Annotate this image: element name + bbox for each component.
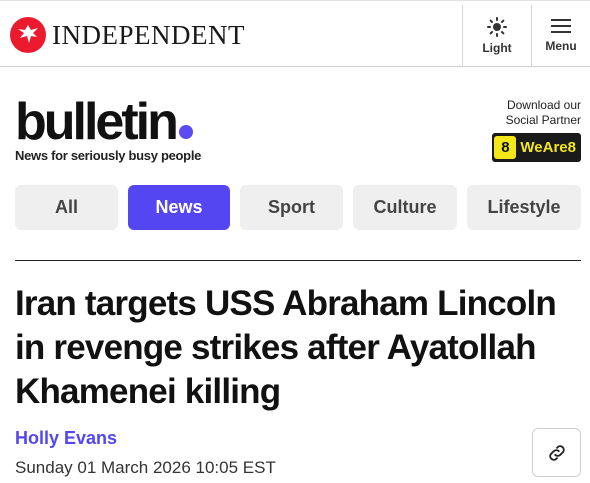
tab-all[interactable]: All xyxy=(15,185,118,230)
bulletin-logo[interactable]: bulletin News for seriously busy people xyxy=(15,96,201,163)
tab-culture[interactable]: Culture xyxy=(353,185,457,230)
copy-link-button[interactable] xyxy=(532,428,581,477)
partner-text: Download our Social Partner xyxy=(492,98,581,128)
site-header: INDEPENDENT Light Menu xyxy=(0,0,590,67)
divider xyxy=(15,260,581,261)
article-headline: Iran targets USS Abraham Lincoln in reve… xyxy=(15,284,557,411)
bulletin-word: bulletin xyxy=(15,93,179,151)
site-brand[interactable]: INDEPENDENT xyxy=(10,17,245,53)
sun-icon xyxy=(487,17,507,37)
tab-lifestyle[interactable]: Lifestyle xyxy=(467,185,581,230)
hamburger-icon xyxy=(551,19,571,33)
weare8-badge[interactable]: 8 WeAre8 xyxy=(492,133,581,162)
light-label: Light xyxy=(482,41,512,55)
tab-news[interactable]: News xyxy=(128,185,230,230)
article-author[interactable]: Holly Evans xyxy=(15,428,117,449)
partner-line-1: Download our xyxy=(506,98,581,112)
light-mode-button[interactable]: Light xyxy=(462,5,531,67)
bulletin-dot xyxy=(178,125,193,139)
partner-line-2: Social Partner xyxy=(505,113,581,127)
eagle-logo-icon xyxy=(10,17,46,53)
weare8-name: WeAre8 xyxy=(520,139,576,156)
link-icon xyxy=(548,444,565,461)
section-tabs: All News Sport Culture Lifestyle xyxy=(15,185,581,230)
social-partner-promo: Download our Social Partner 8 WeAre8 xyxy=(492,98,581,162)
tab-sport[interactable]: Sport xyxy=(240,185,343,230)
bulletin-tagline: News for seriously busy people xyxy=(15,148,202,163)
weare8-number: 8 xyxy=(494,136,517,159)
article-date: Sunday 01 March 2026 10:05 EST xyxy=(15,458,276,477)
brand-name: INDEPENDENT xyxy=(52,19,245,50)
menu-label: Menu xyxy=(545,39,577,53)
menu-button[interactable]: Menu xyxy=(531,5,590,67)
bulletin-wordmark: bulletin xyxy=(15,96,201,148)
